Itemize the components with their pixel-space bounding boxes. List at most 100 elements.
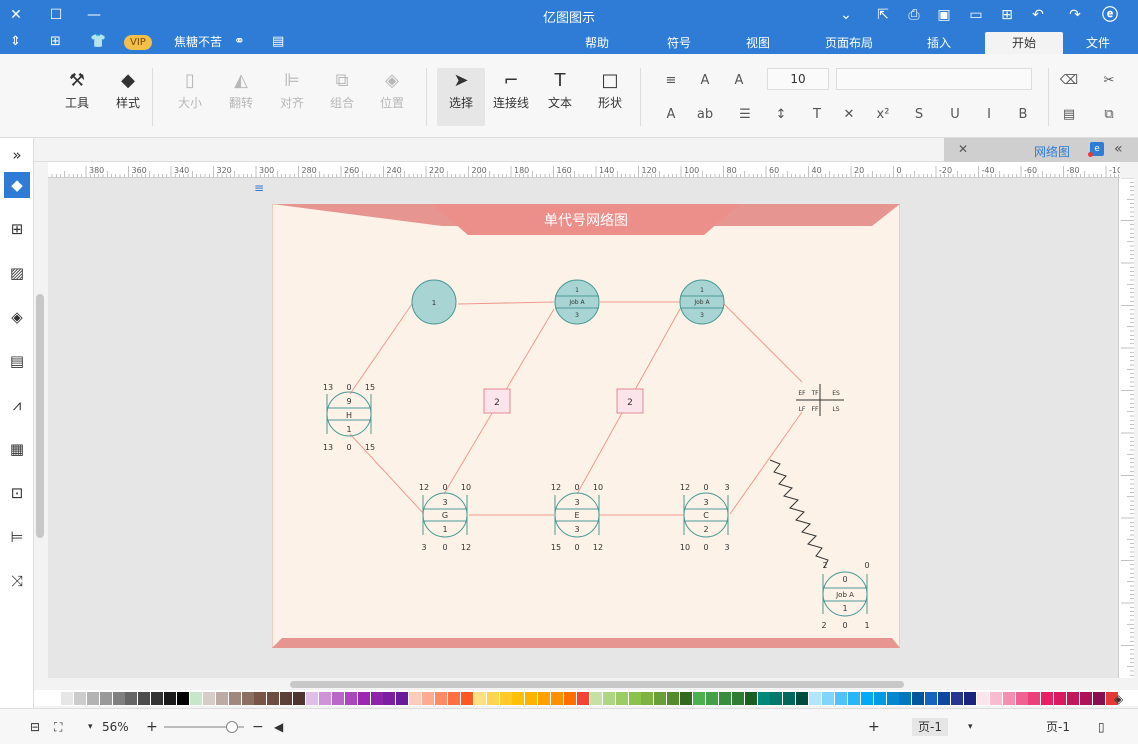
color-swatch[interactable]: [589, 692, 602, 705]
color-swatch[interactable]: [564, 692, 576, 705]
color-swatch[interactable]: [447, 692, 460, 705]
color-swatch[interactable]: [705, 692, 718, 705]
color-swatch[interactable]: [228, 692, 241, 705]
color-swatch[interactable]: [886, 692, 899, 705]
print-icon[interactable]: ⎙: [904, 5, 924, 25]
fill-icon[interactable]: ◆: [4, 172, 30, 198]
color-swatch[interactable]: [396, 692, 409, 705]
superscript-icon[interactable]: x²: [872, 104, 894, 126]
tab-file[interactable]: 文件: [1074, 32, 1122, 54]
chevron-down-icon[interactable]: ▾: [968, 718, 973, 736]
bullet-list-icon[interactable]: ☰: [734, 104, 756, 126]
shirt-icon[interactable]: 👕: [90, 32, 106, 52]
collapse-icon[interactable]: ⇕: [10, 32, 21, 52]
color-swatch[interactable]: [177, 692, 189, 705]
color-swatch[interactable]: [1002, 692, 1015, 705]
color-swatch[interactable]: [151, 692, 164, 705]
font-shrink-icon[interactable]: A: [694, 70, 716, 92]
tab-insert[interactable]: 插入: [915, 32, 963, 54]
select-button[interactable]: ➤ 选择: [437, 68, 485, 126]
color-swatch[interactable]: [125, 692, 138, 705]
color-swatch[interactable]: [99, 692, 112, 705]
tab-home[interactable]: 开始: [985, 32, 1063, 54]
chart-icon[interactable]: ⩘: [4, 392, 30, 418]
color-swatch[interactable]: [951, 692, 963, 705]
style-button[interactable]: ◆ 样式: [106, 68, 150, 126]
zoom-level[interactable]: 56%: [102, 718, 129, 736]
color-swatch[interactable]: [267, 692, 280, 705]
lag-box-1[interactable]: 2: [483, 388, 511, 414]
color-swatch[interactable]: [435, 692, 447, 705]
color-swatch[interactable]: [1092, 692, 1105, 705]
color-swatch[interactable]: [576, 692, 589, 705]
color-swatch[interactable]: [344, 692, 357, 705]
color-swatch[interactable]: [873, 692, 886, 705]
color-swatch[interactable]: [460, 692, 473, 705]
text-style-icon[interactable]: T: [806, 104, 828, 126]
page-handle-icon[interactable]: ≡: [254, 182, 266, 194]
username[interactable]: 焦糖不苦: [174, 32, 222, 52]
align-left-icon[interactable]: ⊨: [4, 524, 30, 550]
document-tab[interactable]: ✕ 网络图 e: [944, 138, 1138, 162]
color-swatch[interactable]: [925, 692, 938, 705]
color-swatch[interactable]: [486, 692, 499, 705]
horizontal-scrollbar[interactable]: [290, 681, 904, 688]
shape-button[interactable]: □ 形状: [588, 68, 632, 126]
color-swatch[interactable]: [215, 692, 228, 705]
color-swatch[interactable]: [422, 692, 435, 705]
font-family-select[interactable]: [836, 68, 1032, 90]
color-swatch[interactable]: [680, 692, 693, 705]
color-swatch[interactable]: [757, 692, 770, 705]
color-swatch[interactable]: [189, 692, 202, 705]
color-swatch[interactable]: [693, 692, 705, 705]
color-swatch[interactable]: [809, 692, 822, 705]
color-swatch[interactable]: [899, 692, 912, 705]
color-swatch[interactable]: [912, 692, 925, 705]
color-swatch[interactable]: [280, 692, 293, 705]
text-case-icon[interactable]: ab: [694, 104, 716, 126]
line-spacing-icon[interactable]: ↕: [770, 104, 792, 126]
color-swatch[interactable]: [744, 692, 757, 705]
zoom-out-icon[interactable]: −: [252, 718, 264, 736]
color-swatch[interactable]: [73, 692, 86, 705]
color-swatch[interactable]: [86, 692, 99, 705]
tab-view[interactable]: 视图: [734, 32, 782, 54]
color-swatch[interactable]: [834, 692, 847, 705]
font-size-select[interactable]: 10: [767, 68, 829, 90]
color-swatch[interactable]: [1041, 692, 1054, 705]
color-swatch[interactable]: [473, 692, 486, 705]
copy-icon[interactable]: ⧉: [1098, 104, 1120, 126]
font-color-icon[interactable]: A: [660, 104, 682, 126]
color-swatch[interactable]: [306, 692, 318, 705]
color-swatch[interactable]: [770, 692, 783, 705]
zoom-in-icon[interactable]: +: [146, 718, 158, 736]
color-swatch[interactable]: [60, 692, 73, 705]
fit-width-icon[interactable]: ⊟: [30, 718, 40, 736]
format-painter-icon[interactable]: ⌫: [1058, 70, 1080, 92]
color-swatch[interactable]: [822, 692, 834, 705]
connector-button[interactable]: ⌐ 连接线: [489, 68, 533, 126]
apps-icon[interactable]: ⊞: [50, 32, 61, 52]
page-tab[interactable]: 页-1: [1046, 718, 1070, 736]
color-swatch[interactable]: [731, 692, 744, 705]
tab-symbol[interactable]: 符号: [655, 32, 703, 54]
zoom-slider-handle[interactable]: [226, 721, 238, 733]
color-swatch[interactable]: [1015, 692, 1028, 705]
vertical-scrollbar[interactable]: [36, 294, 44, 538]
color-swatch[interactable]: [976, 692, 989, 705]
save-icon[interactable]: ▣: [934, 5, 954, 25]
color-swatch[interactable]: [202, 692, 215, 705]
chevron-down-icon[interactable]: ▾: [88, 718, 93, 736]
page-tab-active[interactable]: 页-1: [912, 718, 948, 736]
color-swatch[interactable]: [667, 692, 680, 705]
color-swatch[interactable]: [796, 692, 809, 705]
fill-bucket-icon[interactable]: ◈: [1114, 692, 1123, 706]
color-swatch[interactable]: [654, 692, 667, 705]
chevron-down-icon[interactable]: ⌄: [836, 5, 856, 25]
layers-icon[interactable]: ◈: [4, 304, 30, 330]
color-swatch[interactable]: [718, 692, 731, 705]
position-button[interactable]: ◈ 位置: [370, 68, 414, 126]
clear-format-icon[interactable]: ✕: [838, 104, 860, 126]
color-swatch[interactable]: [963, 692, 976, 705]
paragraph-icon[interactable]: ≡: [660, 70, 682, 92]
